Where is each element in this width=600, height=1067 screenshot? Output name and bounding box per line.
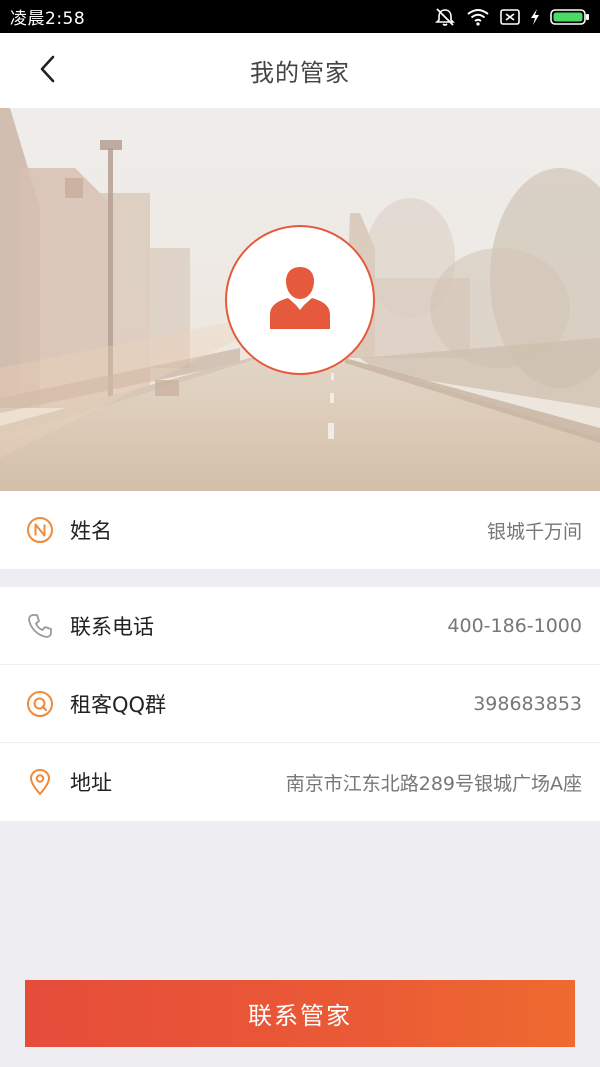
row-value: 400-186-1000 (447, 614, 582, 637)
page-title: 我的管家 (250, 59, 350, 87)
contact-section: 联系电话 400-186-1000 租客QQ群 398683853 地址 南京市… (0, 587, 600, 821)
row-value: 南京市江东北路289号银城广场A座 (285, 772, 582, 795)
contact-butler-button[interactable]: 联系管家 (25, 980, 575, 1047)
status-time: 凌晨2:58 (10, 9, 86, 29)
row-label: 地址 (70, 771, 112, 795)
mute-icon (434, 7, 456, 27)
back-button[interactable] (26, 51, 70, 91)
hero-banner (0, 108, 600, 491)
person-icon (268, 265, 332, 335)
location-pin-icon (26, 768, 54, 796)
info-row-qq[interactable]: 租客QQ群 398683853 (0, 665, 600, 743)
wifi-icon (466, 8, 490, 26)
name-n-icon (26, 516, 54, 544)
battery-icon (550, 8, 590, 26)
name-section: 姓名 银城千万间 (0, 491, 600, 569)
info-row-phone[interactable]: 联系电话 400-186-1000 (0, 587, 600, 665)
chevron-left-icon (38, 54, 58, 88)
row-value: 398683853 (473, 692, 582, 715)
status-bar: 凌晨2:58 (0, 0, 600, 33)
qq-icon (26, 690, 54, 718)
row-label: 租客QQ群 (70, 692, 167, 717)
status-icons (434, 7, 590, 27)
row-label: 联系电话 (70, 614, 154, 639)
row-value: 银城千万间 (486, 520, 582, 543)
info-row-address[interactable]: 地址 南京市江东北路289号银城广场A座 (0, 743, 600, 821)
avatar[interactable] (225, 225, 375, 375)
sim-icon (500, 8, 520, 26)
nav-bar: 我的管家 (0, 33, 600, 108)
charging-icon (530, 8, 540, 26)
phone-icon (26, 612, 54, 640)
info-row-name: 姓名 银城千万间 (0, 491, 600, 569)
row-label: 姓名 (70, 519, 112, 543)
